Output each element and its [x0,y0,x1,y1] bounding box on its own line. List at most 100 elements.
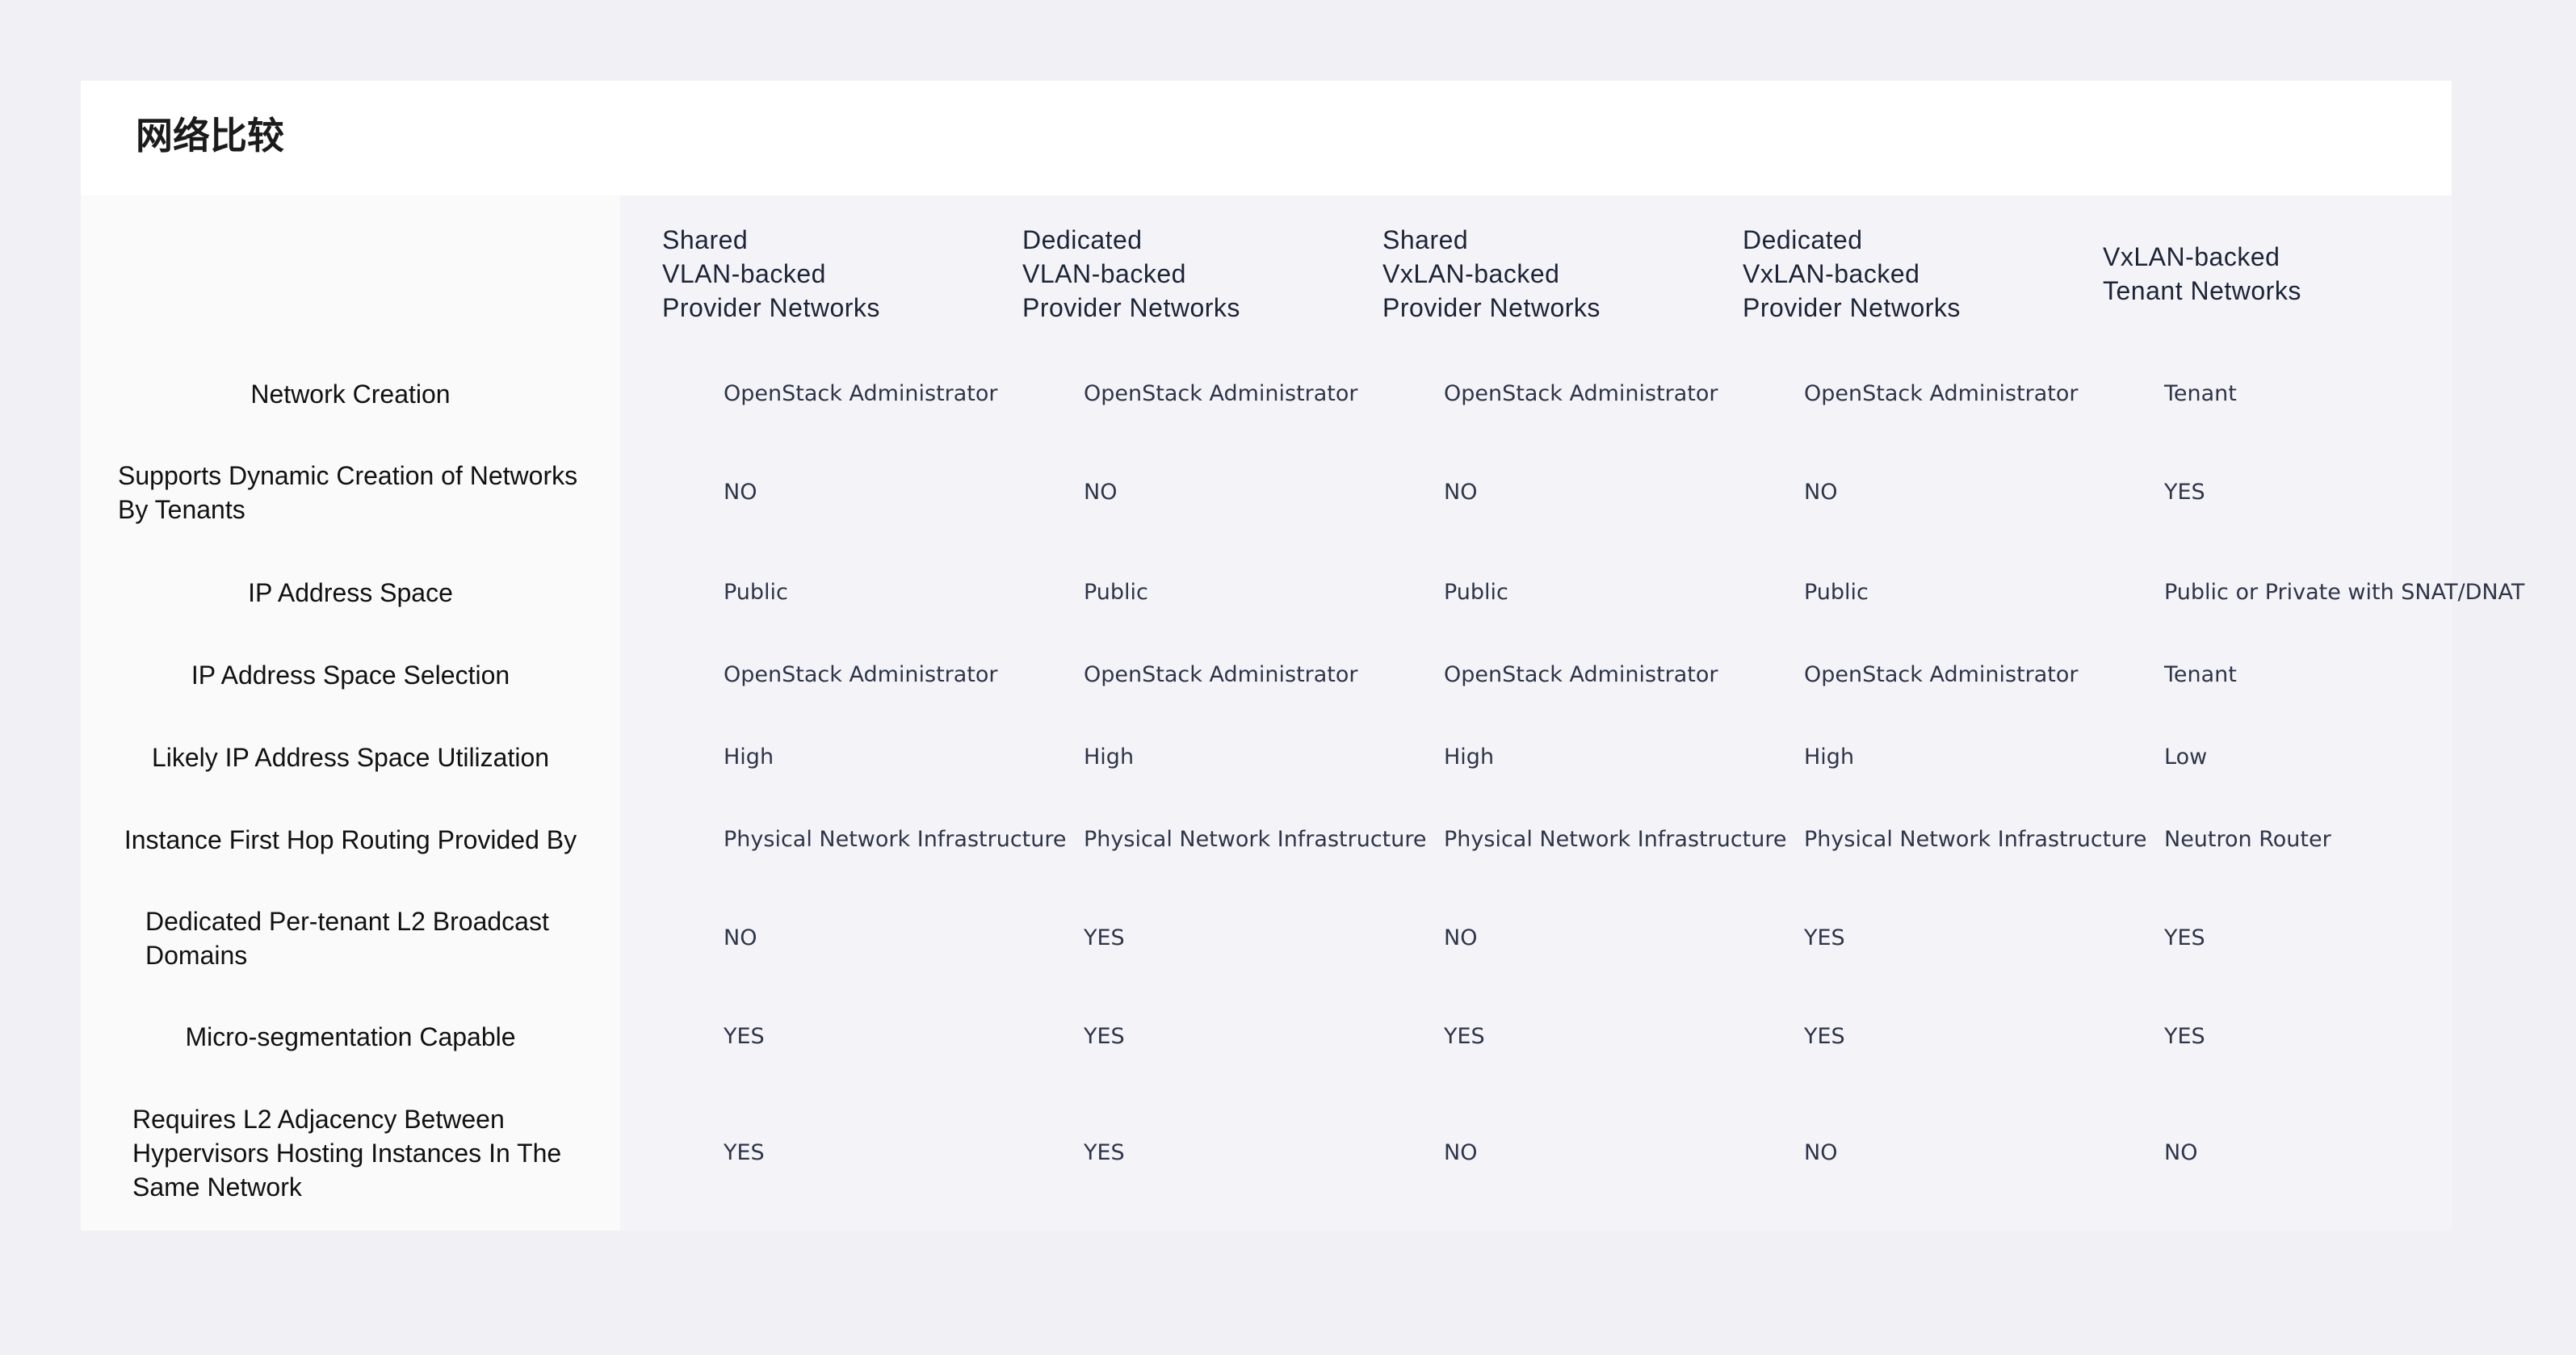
column-header-line: Shared [1382,225,1469,254]
column-header: Shared VLAN-backed Provider Networks [662,223,880,325]
network-comparison-card: 网络比较 Shared VLAN-backed Provider Networks D… [81,81,2524,1231]
row-header-line: By Tenants [118,495,245,524]
row-header-text: IP Address Space [248,576,453,610]
page-title: 网络比较 [136,114,284,157]
table-cell: Public [1444,580,1508,605]
table-cell: NO [1444,925,1478,950]
row-header: Requires L2 Adjacency Between Hypervisors… [81,1093,620,1214]
row-header-line: Hypervisors Hosting Instances In The [132,1139,562,1168]
row-header-text: Dedicated Per-tenant L2 Broadcast Domains [145,904,549,972]
title-bar: 网络比较 [81,81,2452,195]
table-cell: Neutron Router [2164,827,2331,852]
table-cell: YES [1084,925,1125,950]
row-header: Likely IP Address Space Utilization [81,725,620,790]
table-cell: Public or Private with SNAT/DNAT [2164,580,2525,605]
column-header-line: VxLAN-backed [1382,259,1560,288]
table-cell: YES [2164,1024,2205,1049]
row-header-panel [81,195,620,1231]
table-cell: OpenStack Administrator [1084,662,1358,687]
table-cell: YES [2164,925,2205,950]
table-cell: High [1084,745,1135,770]
table-cell: Physical Network Infrastructure [1084,827,1427,852]
table-cell: OpenStack Administrator [1444,662,1718,687]
row-header: Instance First Hop Routing Provided By [81,808,620,872]
column-header: Shared VxLAN-backed Provider Networks [1382,223,1601,325]
column-header-line: Dedicated [1743,225,1863,254]
row-header-text: Instance First Hop Routing Provided By [124,823,577,857]
row-header-text: Requires L2 Adjacency Between Hypervisors… [132,1102,561,1204]
table-cell: YES [1084,1140,1125,1165]
row-header-line: Micro-segmentation Capable [185,1022,516,1051]
table-cell: YES [1444,1024,1485,1049]
column-header-line: Tenant Networks [2103,276,2301,305]
table-cell: OpenStack Administrator [724,381,998,406]
row-header: Network Creation [81,362,620,426]
row-header-line: Domains [145,941,248,970]
table-cell: OpenStack Administrator [1084,381,1358,406]
row-header: IP Address Space [81,560,620,625]
table-cell: YES [1804,925,1845,950]
table-cell: High [1804,745,1855,770]
table-cell: NO [1444,480,1478,505]
column-header-line: VxLAN-backed [1743,259,1920,288]
column-header-line: VLAN-backed [662,259,826,288]
table-cell: NO [1084,480,1118,505]
row-header-text: Supports Dynamic Creation of Networks By … [118,459,577,526]
row-header-text: Network Creation [250,377,450,411]
table-cell: NO [1804,480,1838,505]
table-cell: Public [724,580,788,605]
table-cell: YES [724,1140,765,1165]
table-cell: Physical Network Infrastructure [1804,827,2147,852]
table-cell: NO [724,480,757,505]
table-cell: OpenStack Administrator [724,662,998,687]
column-header-line: VxLAN-backed [2103,242,2280,271]
column-header-line: Dedicated [1022,225,1143,254]
column-header-line: Provider Networks [1743,293,1961,322]
table-cell: Public [1804,580,1869,605]
row-header-text: Likely IP Address Space Utilization [152,740,549,774]
table-cell: OpenStack Administrator [1804,381,2079,406]
column-header-line: Provider Networks [1022,293,1240,322]
row-header-line: Network Creation [250,380,451,409]
table-cell: YES [1804,1024,1845,1049]
row-header-line: IP Address Space [248,578,453,607]
row-header-line: Likely IP Address Space Utilization [151,743,550,772]
table-cell: OpenStack Administrator [1804,662,2079,687]
row-header: Micro-segmentation Capable [81,1005,620,1069]
table-cell: OpenStack Administrator [1444,381,1718,406]
table-cell: YES [1084,1024,1125,1049]
table-cell: High [1444,745,1495,770]
row-header-text: Micro-segmentation Capable [185,1020,515,1054]
row-header: Dedicated Per-tenant L2 Broadcast Domains [81,894,620,983]
column-header-line: Provider Networks [662,293,880,322]
row-header-line: Requires L2 Adjacency Between [132,1105,505,1134]
column-header-line: VLAN-backed [1022,259,1186,288]
table-cell: High [724,745,774,770]
table-cell: YES [724,1024,765,1049]
comparison-grid [620,195,2452,1231]
row-header: Supports Dynamic Creation of Networks By … [81,448,620,537]
table-cell: NO [1444,1140,1478,1165]
row-header-line: IP Address Space Selection [191,661,510,690]
row-header-line: Same Network [132,1173,302,1202]
table-cell: NO [1804,1140,1838,1165]
row-header-line: Supports Dynamic Creation of Networks [118,461,578,490]
row-header-text: IP Address Space Selection [191,658,510,692]
row-header-line: Dedicated Per-tenant L2 Broadcast [145,907,549,936]
table-cell: NO [724,925,757,950]
table-cell: Physical Network Infrastructure [724,827,1067,852]
table-cell: Low [2164,745,2208,770]
table-cell: YES [2164,480,2205,505]
column-header-line: Shared [662,225,749,254]
table-cell: Tenant [2164,381,2237,406]
table-cell: NO [2164,1140,2198,1165]
column-header-line: Provider Networks [1382,293,1601,322]
table-cell: Physical Network Infrastructure [1444,827,1787,852]
table-cell: Public [1084,580,1148,605]
table-cell: Tenant [2164,662,2237,687]
column-header: VxLAN-backed Tenant Networks [2103,240,2301,308]
row-header-line: Instance First Hop Routing Provided By [124,825,577,854]
column-header: Dedicated VLAN-backed Provider Networks [1022,223,1240,325]
column-header: Dedicated VxLAN-backed Provider Networks [1743,223,1961,325]
row-header: IP Address Space Selection [81,643,620,707]
